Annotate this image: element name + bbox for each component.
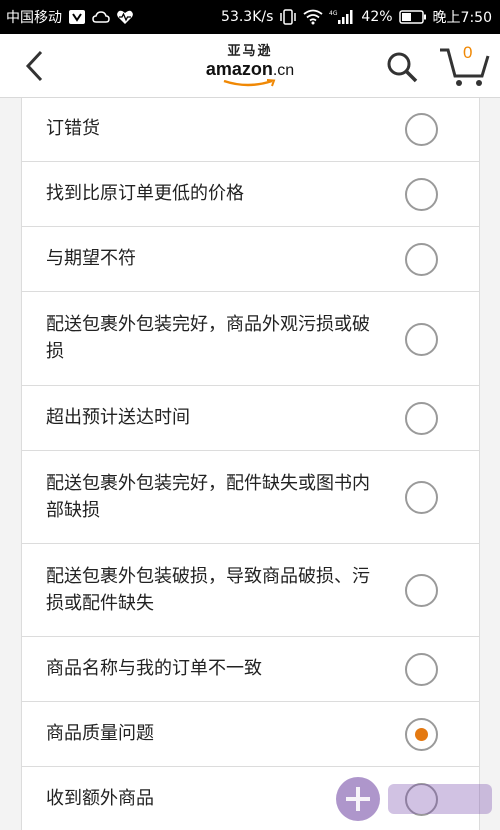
reason-radio[interactable]	[405, 653, 438, 686]
reason-radio[interactable]	[405, 402, 438, 435]
weather-icon	[92, 10, 110, 24]
wifi-icon	[303, 9, 323, 25]
app-header: 亚马逊 amazon.cn 0	[0, 34, 500, 98]
logo-wordmark: amazon	[205, 59, 273, 79]
status-right: 53.3K/s 4G 42% 晚上7:50	[221, 7, 492, 27]
return-reason-list: 订错货 找到比原订单更低的价格 与期望不符 配送包裹外包装完好，商品外观污损或破…	[21, 98, 480, 830]
health-icon	[116, 9, 134, 25]
reason-radio[interactable]	[405, 243, 438, 276]
reason-row-6[interactable]: 配送包裹外包装破损，导致商品破损、污损或配件缺失	[22, 544, 479, 637]
reason-radio[interactable]	[405, 323, 438, 356]
reason-label: 与期望不符	[46, 248, 136, 269]
logo-chinese: 亚马逊	[227, 44, 273, 59]
logo-suffix: .cn	[272, 62, 295, 79]
cart-count: 0	[463, 43, 473, 62]
reason-radio[interactable]	[405, 113, 438, 146]
battery-level: 42%	[361, 9, 393, 25]
battery-icon	[398, 10, 427, 24]
status-bar: 中国移动 53.3K/s 4G 42% 晚上7:50	[0, 0, 500, 34]
reason-row-5[interactable]: 配送包裹外包装完好，配件缺失或图书内部缺损	[22, 451, 479, 544]
back-button[interactable]	[14, 46, 54, 86]
reason-label: 商品名称与我的订单不一致	[46, 658, 262, 679]
reason-radio[interactable]	[405, 178, 438, 211]
search-icon	[387, 52, 418, 83]
clock: 晚上7:50	[432, 10, 492, 26]
reason-label: 配送包裹外包装完好，商品外观污损或破损	[46, 314, 370, 362]
reason-label: 超出预计送达时间	[46, 407, 190, 428]
sim-icon	[68, 9, 86, 25]
chevron-left-icon	[25, 50, 43, 82]
reason-label: 找到比原订单更低的价格	[46, 183, 244, 204]
status-left: 中国移动	[6, 7, 134, 27]
reason-row-2[interactable]: 与期望不符	[22, 227, 479, 292]
cart-button[interactable]: 0	[438, 43, 492, 88]
reason-row-8[interactable]: 商品质量问题	[22, 702, 479, 767]
reason-label: 订错货	[46, 118, 100, 139]
reason-row-4[interactable]: 超出预计送达时间	[22, 386, 479, 451]
watermark-logo-icon	[336, 777, 492, 821]
network-type: 4G	[329, 10, 338, 17]
reason-radio[interactable]	[405, 481, 438, 514]
reason-label: 配送包裹外包装完好，配件缺失或图书内部缺损	[46, 473, 370, 521]
logo-english: amazon.cn	[200, 59, 300, 81]
reason-label: 商品质量问题	[46, 723, 154, 744]
network-speed: 53.3K/s	[221, 9, 274, 25]
amazon-logo[interactable]: 亚马逊 amazon.cn	[200, 44, 300, 90]
search-button[interactable]	[383, 48, 421, 86]
reason-radio[interactable]	[405, 574, 438, 607]
reason-radio-selected[interactable]	[405, 718, 438, 751]
reason-row-7[interactable]: 商品名称与我的订单不一致	[22, 637, 479, 702]
carrier-label: 中国移动	[6, 10, 62, 26]
signal-icon: 4G	[329, 9, 355, 25]
reason-row-3[interactable]: 配送包裹外包装完好，商品外观污损或破损	[22, 292, 479, 386]
reason-row-0[interactable]: 订错货	[22, 98, 479, 162]
reason-row-1[interactable]: 找到比原订单更低的价格	[22, 162, 479, 227]
vibrate-icon	[279, 9, 297, 25]
reason-label: 配送包裹外包装破损，导致商品破损、污损或配件缺失	[46, 566, 370, 614]
